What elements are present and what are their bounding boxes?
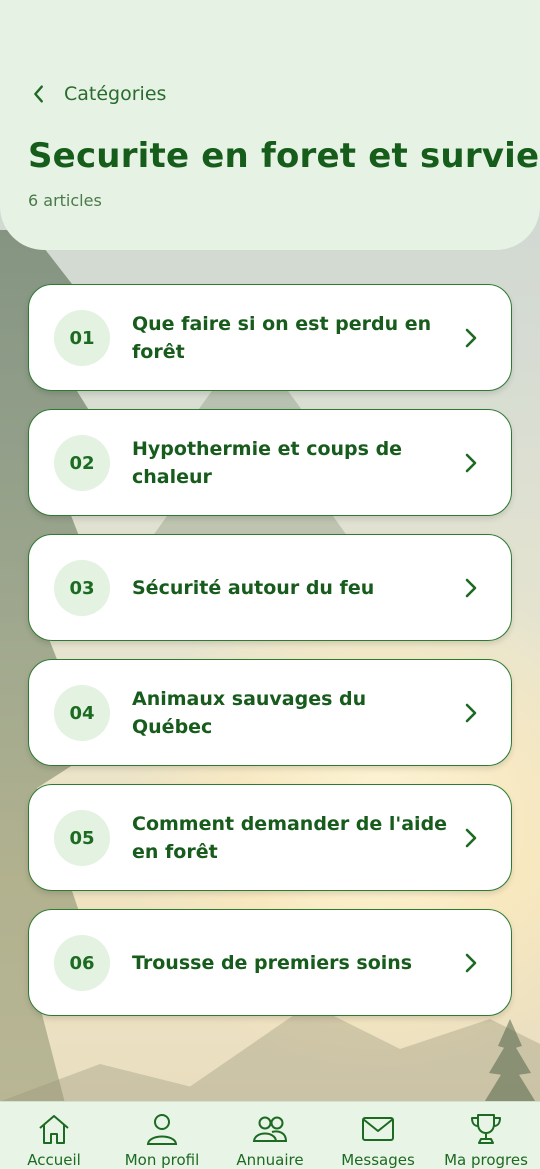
tab-label: Ma progres — [444, 1151, 528, 1169]
article-number: 03 — [54, 560, 110, 616]
article-list: 01 Que faire si on est perdu en forêt 02… — [28, 284, 512, 1034]
tab-accueil[interactable]: Accueil — [0, 1102, 108, 1169]
article-title: Trousse de premiers soins — [132, 951, 413, 974]
bottom-tab-bar: Accueil Mon profil Annuaire Messages Ma … — [0, 1101, 540, 1169]
tab-label: Messages — [341, 1151, 415, 1169]
article-count: 6 articles — [28, 191, 102, 210]
article-card-03[interactable]: 03 Sécurité autour du feu — [28, 534, 512, 641]
chevron-right-icon — [465, 953, 477, 972]
article-title: Comment demander de l'aide en forêt — [132, 812, 448, 863]
tab-label: Mon profil — [124, 1151, 200, 1169]
article-card-01[interactable]: 01 Que faire si on est perdu en forêt — [28, 284, 512, 391]
trophy-icon — [471, 1114, 501, 1144]
article-title: Hypothermie et coups de chaleur — [132, 437, 403, 488]
article-title: Sécurité autour du feu — [132, 576, 375, 599]
article-number: 01 — [54, 310, 110, 366]
tab-label: Annuaire — [236, 1151, 304, 1169]
user-icon — [146, 1114, 178, 1145]
chevron-right-icon — [465, 453, 477, 472]
page-title: Securite en foret et survie — [28, 136, 540, 176]
article-card-06[interactable]: 06 Trousse de premiers soins — [28, 909, 512, 1016]
article-number: 05 — [54, 810, 110, 866]
chevron-right-icon — [465, 578, 477, 597]
article-number: 02 — [54, 435, 110, 491]
chevron-right-icon — [465, 328, 477, 347]
article-title: Que faire si on est perdu en forêt — [132, 312, 432, 363]
back-button[interactable]: Catégories — [28, 80, 166, 108]
chevron-left-icon — [34, 85, 43, 103]
users-icon — [252, 1116, 288, 1142]
tab-label: Accueil — [27, 1151, 81, 1169]
mail-icon — [362, 1117, 394, 1141]
category-header: Catégories Securite en foret et survie 6… — [0, 0, 540, 250]
tab-ma-progres[interactable]: Ma progres — [432, 1102, 540, 1169]
article-number: 04 — [54, 685, 110, 741]
article-card-05[interactable]: 05 Comment demander de l'aide en forêt — [28, 784, 512, 891]
article-card-04[interactable]: 04 Animaux sauvages du Québec — [28, 659, 512, 766]
article-number: 06 — [54, 935, 110, 991]
chevron-right-icon — [465, 828, 477, 847]
article-title: Animaux sauvages du Québec — [132, 687, 367, 738]
article-card-02[interactable]: 02 Hypothermie et coups de chaleur — [28, 409, 512, 516]
home-icon — [39, 1115, 69, 1144]
tab-mon-profil[interactable]: Mon profil — [108, 1102, 216, 1169]
back-label: Catégories — [64, 83, 167, 105]
tab-messages[interactable]: Messages — [324, 1102, 432, 1169]
chevron-right-icon — [465, 703, 477, 722]
tab-annuaire[interactable]: Annuaire — [216, 1102, 324, 1169]
